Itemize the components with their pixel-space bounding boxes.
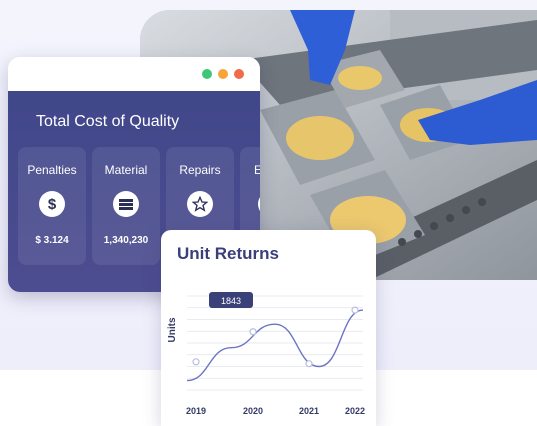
series-line: [186, 309, 364, 382]
tile-label: Repairs: [179, 163, 221, 177]
partial-icon: [258, 191, 260, 217]
data-point[interactable]: [351, 306, 359, 314]
tile-label: Penalties: [27, 163, 77, 177]
x-tick-label: 2019: [186, 406, 206, 416]
tile-penalties[interactable]: Penalties $ $ 3.124: [18, 147, 86, 265]
data-point[interactable]: [249, 328, 257, 336]
tooltip-value: 1843: [221, 296, 241, 306]
tile-label: Material: [104, 163, 148, 177]
window-titlebar: [8, 57, 260, 91]
y-axis-label: Units: [167, 317, 178, 342]
dollar-icon: $: [39, 191, 65, 217]
data-point[interactable]: [192, 358, 200, 366]
tile-value: $ 3.124: [35, 235, 69, 246]
x-tick-label: 2020: [243, 406, 263, 416]
unit-returns-chart: Units 1843 2019 2020 2021 2022: [167, 292, 365, 416]
tile-value: 1,340,230: [103, 235, 149, 246]
tile-label: El: [254, 163, 260, 177]
x-tick-label: 2021: [299, 406, 319, 416]
material-stack-icon: [113, 191, 139, 217]
chart-grid: [187, 295, 363, 391]
tooltip: 1843: [209, 292, 253, 308]
unit-returns-card: Unit Returns Units 1843 2019 2020 2021 2022: [161, 230, 376, 426]
x-tick-label: 2022: [345, 406, 365, 416]
window-dot-green[interactable]: [202, 69, 212, 79]
tile-material[interactable]: Material 1,340,230: [92, 147, 160, 265]
window-dot-red[interactable]: [234, 69, 244, 79]
window-dot-orange[interactable]: [218, 69, 228, 79]
cost-card-title: Total Cost of Quality: [36, 113, 180, 130]
star-icon: [187, 191, 213, 217]
data-point[interactable]: [305, 360, 313, 368]
